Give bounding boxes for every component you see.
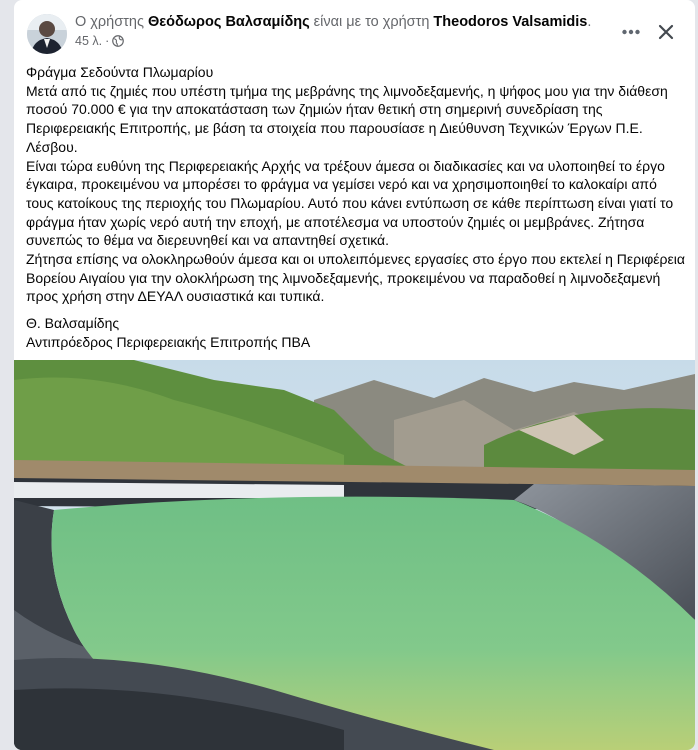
- post-paragraph-3: Ζήτησα επίσης να ολοκληρωθούν άμεσα και …: [26, 251, 685, 305]
- post-paragraph-2: Είναι τώρα ευθύνη της Περιφερειακής Αρχή…: [26, 157, 674, 249]
- post-paragraph-1: Μετά από τις ζημιές που υπέστη τμήμα της…: [26, 82, 668, 155]
- post-photo[interactable]: [14, 360, 695, 750]
- close-button[interactable]: [654, 20, 678, 44]
- meta-separator: ·: [105, 34, 110, 48]
- author-prefix: Ο χρήστης: [75, 14, 148, 30]
- tagged-user-name[interactable]: Theodoros Valsamidis: [433, 14, 587, 30]
- post-title: Φράγμα Σεδούντα Πλωμαρίου: [26, 64, 214, 80]
- more-options-button[interactable]: [617, 22, 645, 42]
- author-name[interactable]: Θεόδωρος Βαλσαμίδης: [148, 14, 310, 30]
- post-header: Ο χρήστης Θεόδωρος Βαλσαμίδης είναι με τ…: [14, 0, 695, 60]
- author-avatar[interactable]: [27, 14, 67, 54]
- globe-icon: [112, 35, 125, 47]
- close-icon: [658, 24, 674, 40]
- post-meta: 45 λ. ·: [75, 34, 125, 48]
- more-horizontal-icon: [622, 29, 640, 35]
- post-card: Ο χρήστης Θεόδωρος Βαλσαμίδης είναι με τ…: [14, 0, 695, 750]
- post-time[interactable]: 45 λ.: [75, 34, 102, 48]
- signature-name: Θ. Βαλσαμίδης: [26, 315, 120, 332]
- author-mid: είναι με το χρήστη: [309, 14, 434, 30]
- signature-title: Αντιπρόεδρος Περιφερειακής Επιτροπής ΠΒΑ: [26, 333, 311, 350]
- author-suffix: .: [587, 14, 592, 30]
- post-message: Φράγμα Σεδούντα Πλωμαρίου Μετά από τις ζ…: [26, 63, 686, 352]
- post-author-line: Ο χρήστης Θεόδωρος Βαλσαμίδης είναι με τ…: [75, 14, 591, 30]
